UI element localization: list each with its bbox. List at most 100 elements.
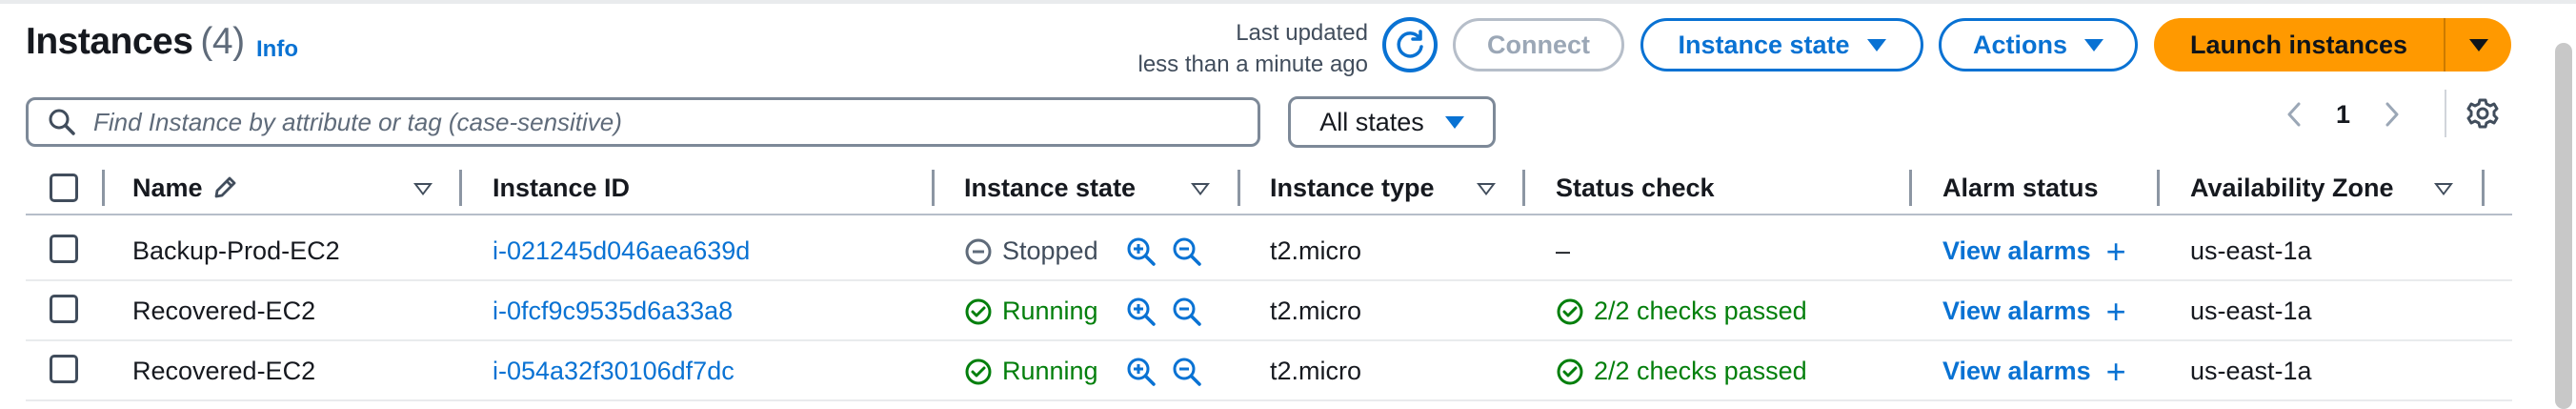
gear-icon[interactable]	[2466, 97, 2499, 130]
zoom-out-icon[interactable]	[1171, 296, 1203, 328]
check-circle-icon	[1557, 298, 1583, 324]
status-check-cell: 2/2 checks passed	[1556, 341, 1807, 401]
instance-state-button[interactable]: Instance state	[1640, 18, 1923, 72]
column-divider	[2157, 170, 2160, 206]
state-filter-label: All states	[1319, 107, 1424, 136]
column-header-alarm-status[interactable]: Alarm status	[1942, 160, 2099, 215]
table-row[interactable]: Recovered-EC2 i-0fcf9c9535d6a33a8 Runnin…	[26, 281, 2512, 341]
zoom-in-icon[interactable]	[1125, 235, 1157, 268]
actions-label: Actions	[1972, 30, 2067, 59]
sort-icon[interactable]	[1191, 183, 1210, 195]
state-filter-select[interactable]: All states	[1288, 96, 1496, 148]
column-header-availability-zone[interactable]: Availability Zone	[2190, 160, 2394, 215]
view-alarms-label: View alarms	[1942, 297, 2091, 325]
view-alarms-link[interactable]: View alarms +	[1942, 341, 2126, 401]
column-label: Availability Zone	[2190, 173, 2394, 202]
column-divider	[102, 170, 105, 206]
row-checkbox[interactable]	[50, 295, 78, 323]
refresh-button[interactable]	[1382, 17, 1438, 72]
availability-zone: us-east-1a	[2190, 357, 2312, 385]
last-updated-value: less than a minute ago	[1137, 51, 1369, 77]
table-row[interactable]: Recovered-EC2 i-054a32f30106df7dc Runnin…	[26, 341, 2512, 401]
title-text: Instances	[26, 21, 193, 62]
state-label: Running	[1002, 297, 1098, 325]
status-check-label: 2/2 checks passed	[1594, 357, 1807, 385]
instance-name: Recovered-EC2	[132, 357, 316, 385]
chevron-left-icon[interactable]	[2284, 100, 2304, 129]
row-checkbox[interactable]	[50, 235, 78, 263]
column-label: Instance state	[964, 173, 1137, 202]
caret-down-icon	[1444, 115, 1464, 129]
instance-id-link[interactable]: i-021245d046aea639d	[493, 221, 750, 281]
vertical-scrollbar[interactable]	[2555, 43, 2572, 409]
connect-button[interactable]: Connect	[1453, 18, 1624, 72]
search-box	[26, 97, 1260, 147]
column-header-name[interactable]: Name	[132, 160, 239, 215]
state-indicator: Stopped	[964, 236, 1098, 266]
status-check-cell: 2/2 checks passed	[1556, 281, 1807, 341]
row-checkbox[interactable]	[50, 355, 78, 383]
zoom-in-icon[interactable]	[1125, 296, 1157, 328]
zoom-out-icon[interactable]	[1171, 235, 1203, 268]
sort-icon[interactable]	[2434, 183, 2453, 195]
info-link[interactable]: Info	[256, 36, 298, 63]
pagination-divider	[2445, 90, 2446, 137]
column-divider	[2482, 170, 2485, 206]
column-label: Instance ID	[493, 173, 631, 202]
instance-name: Recovered-EC2	[132, 297, 316, 325]
column-header-instance-type[interactable]: Instance type	[1270, 160, 1435, 215]
check-circle-icon	[965, 358, 992, 384]
column-header-instance-id[interactable]: Instance ID	[493, 160, 630, 215]
view-alarms-link[interactable]: View alarms +	[1942, 221, 2126, 281]
state-label: Stopped	[1002, 236, 1098, 265]
caret-down-icon	[2468, 38, 2488, 51]
zoom-controls	[1125, 296, 1203, 328]
sort-icon[interactable]	[1477, 183, 1496, 195]
state-label: Running	[1002, 357, 1098, 385]
column-header-instance-state[interactable]: Instance state	[964, 160, 1136, 215]
search-icon	[49, 109, 75, 135]
chevron-right-icon[interactable]	[2383, 100, 2402, 129]
table-header: Name Instance ID Instance state Instance…	[26, 160, 2512, 215]
pagination: 1	[2284, 95, 2402, 133]
zoom-out-icon[interactable]	[1171, 356, 1203, 388]
status-indicator: 2/2 checks passed	[1556, 297, 1807, 326]
actions-button[interactable]: Actions	[1939, 18, 2138, 72]
view-alarms-label: View alarms	[1942, 236, 2091, 265]
column-divider	[459, 170, 462, 206]
refresh-icon	[1397, 30, 1423, 58]
column-divider	[1909, 170, 1912, 206]
select-all-checkbox[interactable]	[50, 174, 78, 202]
instance-count: (4)	[200, 21, 245, 62]
check-circle-icon	[1557, 358, 1583, 384]
zoom-controls	[1125, 235, 1203, 268]
caret-down-icon	[1866, 38, 1886, 51]
instance-state-cell: Running	[964, 341, 1203, 401]
instance-id-link[interactable]: i-054a32f30106df7dc	[493, 341, 735, 401]
launch-instances-button[interactable]: Launch instances	[2154, 31, 2444, 60]
instance-type: t2.micro	[1270, 297, 1362, 325]
plus-icon: +	[2105, 351, 2126, 391]
column-label: Instance type	[1270, 173, 1435, 202]
column-label: Status check	[1556, 173, 1715, 202]
column-header-status-check[interactable]: Status check	[1556, 160, 1715, 215]
page-number[interactable]: 1	[2336, 100, 2350, 130]
launch-dropdown-button[interactable]	[2445, 38, 2511, 51]
plus-icon: +	[2105, 291, 2126, 331]
search-input[interactable]	[93, 107, 1237, 137]
instance-type: t2.micro	[1270, 236, 1362, 265]
state-indicator: Running	[964, 297, 1098, 326]
zoom-controls	[1125, 356, 1203, 388]
view-alarms-link[interactable]: View alarms +	[1942, 281, 2126, 341]
zoom-in-icon[interactable]	[1125, 356, 1157, 388]
sort-icon[interactable]	[413, 183, 433, 195]
status-indicator: 2/2 checks passed	[1556, 357, 1807, 386]
column-label: Alarm status	[1942, 173, 2099, 202]
view-alarms-label: View alarms	[1942, 357, 2091, 385]
instance-id-link[interactable]: i-0fcf9c9535d6a33a8	[493, 281, 733, 341]
table-row[interactable]: Backup-Prod-EC2 i-021245d046aea639d Stop…	[26, 221, 2512, 281]
availability-zone: us-east-1a	[2190, 236, 2312, 265]
state-indicator: Running	[964, 357, 1098, 386]
launch-instances-split-button: Launch instances	[2154, 18, 2511, 72]
availability-zone: us-east-1a	[2190, 297, 2312, 325]
